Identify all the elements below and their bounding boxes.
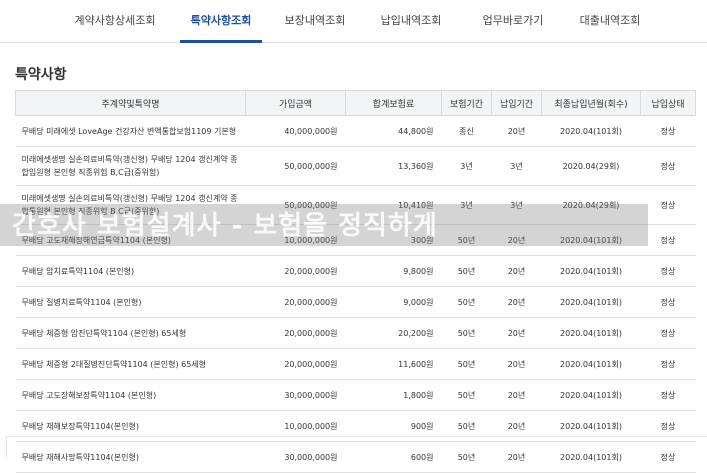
cell-last-payment: 2020.04(101회) [541, 255, 641, 287]
header-last-payment: 최종납입년월(회수) [541, 90, 641, 116]
cell-payment-status: 정상 [640, 255, 696, 287]
table-row: 무배당 고도장해보장특약1104 (본인형) 30,000,000원 1,800원 5… [15, 379, 696, 411]
cell-total-premium: 11,600원 [345, 348, 442, 380]
bottom-panel [6, 436, 707, 457]
cell-insured-amount: 30,000,000원 [245, 379, 346, 411]
cell-payment-period: 3년 [491, 146, 542, 186]
cell-payment-period: 20년 [491, 115, 542, 147]
header-insured-amount: 가입금액 [245, 90, 346, 116]
header-payment-period: 납입기간 [491, 90, 542, 116]
cell-insured-amount: 20,000,000원 [245, 348, 346, 380]
table-header-row: 주계약및특약명 가입금액 합계보험료 보험기간 납입기간 최종납입년월(회수) … [15, 90, 696, 116]
cell-last-payment: 2020.04(101회) [541, 115, 641, 147]
cell-payment-period: 20년 [491, 348, 542, 380]
cell-payment-status: 정상 [640, 286, 696, 318]
cell-last-payment: 2020.04(29회) [541, 146, 641, 186]
tab-contract-detail[interactable]: 계약사항상세조회 [60, 0, 170, 42]
cell-payment-period: 20년 [491, 255, 542, 287]
table-row: 무배당 미래에셋 LoveAge 건강자산 변액통합보험1109 기본형 40,0… [15, 115, 696, 147]
header-rider-name: 주계약및특약명 [15, 90, 246, 116]
cell-rider-name: 무배당 체증형 2대질병진단특약1104 (본인형) 65세형 [15, 348, 246, 380]
cell-rider-name: 무배당 암치료특약1104 (본인형) [15, 255, 246, 287]
cell-insured-amount: 50,000,000원 [245, 146, 346, 186]
table-row: 무배당 질병치료특약1104 (본인형) 20,000,000원 9,000원 50년… [15, 286, 696, 318]
cell-rider-name: 무배당 고도장해보장특약1104 (본인형) [15, 379, 246, 411]
cell-total-premium: 9,000원 [345, 286, 442, 318]
cell-coverage-period: 50년 [441, 255, 492, 287]
cell-payment-period: 20년 [491, 379, 542, 411]
cell-last-payment: 2020.04(101회) [541, 317, 641, 349]
cell-rider-name: 무배당 질병치료특약1104 (본인형) [15, 286, 246, 318]
tab-bar: 계약사항상세조회 특약사항조회 보장내역조회 납입내역조회 업무바로가기 대출내… [0, 0, 707, 43]
cell-payment-status: 정상 [640, 348, 696, 380]
header-coverage-period: 보험기간 [441, 90, 492, 116]
watermark-text: 간호사 보험설계사 - 보험을 정직하게 [12, 211, 438, 241]
cell-last-payment: 2020.04(101회) [541, 348, 641, 380]
cell-insured-amount: 20,000,000원 [245, 255, 346, 287]
table-row: 미래에셋생명 실손의료비특약(갱신형) 무배당 1204 갱신계약 종합입원형 … [15, 146, 696, 186]
table-row: 무배당 체증형 암진단특약1104 (본인형) 65세형 20,000,000원 2… [15, 317, 696, 349]
table-row: 무배당 암치료특약1104 (본인형) 20,000,000원 9,800원 50년 2… [15, 255, 696, 287]
cell-coverage-period: 종신 [441, 115, 492, 147]
cell-coverage-period: 50년 [441, 286, 492, 318]
cell-rider-name: 무배당 미래에셋 LoveAge 건강자산 변액통합보험1109 기본형 [15, 115, 246, 147]
header-total-premium: 합계보험료 [345, 90, 442, 116]
cell-coverage-period: 50년 [441, 317, 492, 349]
rider-table: 주계약및특약명 가입금액 합계보험료 보험기간 납입기간 최종납입년월(회수) … [15, 90, 696, 473]
tab-coverage-inquiry[interactable]: 보장내역조회 [270, 0, 360, 42]
cell-coverage-period: 3년 [441, 146, 492, 186]
cell-payment-status: 정상 [640, 224, 696, 256]
cell-payment-period: 20년 [491, 317, 542, 349]
cell-rider-name: 무배당 체증형 암진단특약1104 (본인형) 65세형 [15, 317, 246, 349]
cell-last-payment: 2020.04(101회) [541, 379, 641, 411]
cell-insured-amount: 20,000,000원 [245, 286, 346, 318]
cell-coverage-period: 50년 [441, 348, 492, 380]
cell-rider-name: 미래에셋생명 실손의료비특약(갱신형) 무배당 1204 갱신계약 종합입원형 … [15, 146, 246, 186]
cell-payment-period: 20년 [491, 286, 542, 318]
cell-payment-status: 정상 [640, 317, 696, 349]
cell-total-premium: 13,360원 [345, 146, 442, 186]
cell-total-premium: 20,200원 [345, 317, 442, 349]
cell-insured-amount: 40,000,000원 [245, 115, 346, 147]
cell-insured-amount: 20,000,000원 [245, 317, 346, 349]
cell-payment-status: 정상 [640, 185, 696, 225]
tab-rider-inquiry[interactable]: 특약사항조회 [180, 0, 262, 43]
tab-quick-menu[interactable]: 업무바로가기 [468, 0, 558, 42]
cell-total-premium: 44,800원 [345, 115, 442, 147]
header-payment-status: 납입상태 [640, 90, 696, 116]
cell-last-payment: 2020.04(101회) [541, 286, 641, 318]
cell-payment-status: 정상 [640, 379, 696, 411]
section-title: 특약사항 [15, 67, 67, 83]
tab-loan-inquiry[interactable]: 대출내역조회 [565, 0, 655, 42]
tab-payment-inquiry[interactable]: 납입내역조회 [370, 0, 452, 42]
table-row: 무배당 체증형 2대질병진단특약1104 (본인형) 65세형 20,000,00… [15, 348, 696, 380]
cell-payment-status: 정상 [640, 115, 696, 147]
cell-total-premium: 1,800원 [345, 379, 442, 411]
cell-total-premium: 9,800원 [345, 255, 442, 287]
cell-payment-status: 정상 [640, 146, 696, 186]
cell-coverage-period: 50년 [441, 379, 492, 411]
